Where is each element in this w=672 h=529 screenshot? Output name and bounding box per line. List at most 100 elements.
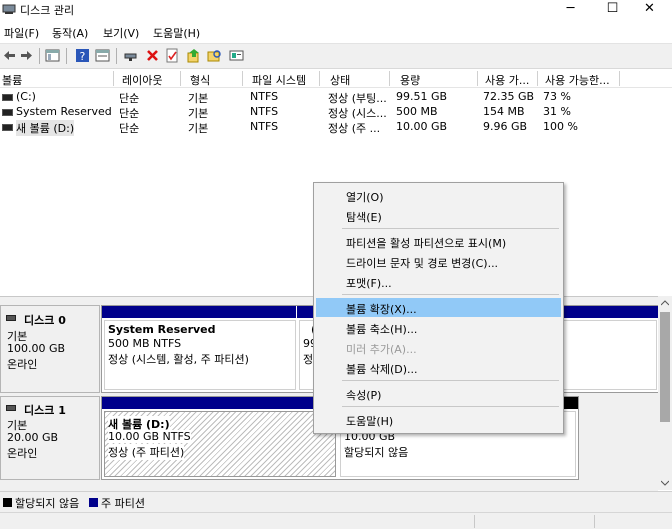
properties-view-icon[interactable] xyxy=(95,48,110,63)
table-row[interactable]: 새 볼륨 (D:) 단순 기본 NTFS 정상 (주 ... 10.00 GB … xyxy=(0,119,672,136)
volume-capacity: 99.51 GB xyxy=(396,90,448,103)
menu-delete-volume[interactable]: 볼륨 삭제(D)... xyxy=(316,358,561,377)
disk-1-label[interactable]: 디스크 1 기본 20.00 GB 온라인 xyxy=(0,396,100,480)
status-bar xyxy=(0,512,672,529)
legend-unallocated: 할당되지 않음 xyxy=(15,497,80,510)
title-bar: 디스크 관리 ─ ☐ ✕ xyxy=(0,0,672,20)
volume-type: 기본 xyxy=(188,122,209,135)
help-icon[interactable]: ? xyxy=(75,48,90,63)
window-title: 디스크 관리 xyxy=(20,4,75,17)
scrollbar-thumb[interactable] xyxy=(660,312,670,422)
volume-free: 9.96 GB xyxy=(483,120,528,133)
column-divider xyxy=(477,71,478,86)
column-free-space[interactable]: 사용 가... xyxy=(485,72,529,88)
column-divider xyxy=(619,71,620,86)
menu-add-mirror: 미러 추가(A)... xyxy=(346,343,417,356)
menu-separator xyxy=(342,294,559,295)
volume-name: (C:) xyxy=(16,90,36,103)
console-tree-icon[interactable] xyxy=(45,48,60,63)
column-percent-free[interactable]: 사용 가능한... xyxy=(545,72,610,88)
column-divider xyxy=(242,71,243,86)
disk-size: 20.00 GB xyxy=(7,431,59,444)
partition-d[interactable]: 새 볼륨 (D:) 10.00 GB NTFS 정상 (주 파티션) xyxy=(104,411,336,477)
volume-fs: NTFS xyxy=(250,105,279,118)
svg-text:?: ? xyxy=(80,50,86,63)
volume-layout: 단순 xyxy=(119,122,140,135)
delete-icon[interactable] xyxy=(145,48,160,63)
unallocated-swatch xyxy=(3,498,12,507)
menu-shrink-volume[interactable]: 볼륨 축소(H)... xyxy=(316,318,561,337)
column-capacity[interactable]: 용량 xyxy=(400,72,420,88)
primary-swatch xyxy=(89,498,98,507)
toolbar-separator xyxy=(116,48,117,64)
status-divider xyxy=(474,515,475,528)
menu-format[interactable]: 포맷(F)... xyxy=(316,272,561,291)
settings-panel-icon[interactable] xyxy=(229,48,244,63)
toolbar: ? xyxy=(0,43,672,69)
scroll-up-icon[interactable] xyxy=(661,300,669,306)
status-divider xyxy=(594,515,595,528)
menu-view[interactable]: 보기(V) xyxy=(103,25,139,41)
back-arrow-icon[interactable] xyxy=(2,48,17,63)
vertical-scrollbar[interactable] xyxy=(658,296,672,490)
volume-name: System Reserved xyxy=(16,105,112,118)
volume-fs: NTFS xyxy=(250,90,279,103)
disk-title: 디스크 1 xyxy=(24,404,66,417)
menu-separator xyxy=(342,406,559,407)
primary-partition-bar xyxy=(102,306,296,318)
menu-separator xyxy=(342,228,559,229)
menu-help-item[interactable]: 도움말(H) xyxy=(316,410,561,429)
disk-icon xyxy=(6,405,16,411)
toolbar-separator xyxy=(39,48,40,64)
table-row[interactable]: (C:) 단순 기본 NTFS 정상 (부팅... 99.51 GB 72.35… xyxy=(0,89,672,105)
menu-extend-volume[interactable]: 볼륨 확장(X)... xyxy=(316,298,561,317)
column-filesystem[interactable]: 파일 시스템 xyxy=(252,72,306,88)
menu-open[interactable]: 열기(O) xyxy=(316,186,561,205)
volume-icon xyxy=(2,94,13,101)
column-divider xyxy=(389,71,390,86)
search-folder-icon[interactable] xyxy=(207,48,222,63)
partition-status: 정상 (시스템, 활성, 주 파티션) xyxy=(108,353,249,366)
menu-help[interactable]: 도움말(H) xyxy=(153,25,200,41)
disk-icon xyxy=(6,315,16,321)
volume-name: 새 볼륨 (D:) xyxy=(16,120,75,136)
partition-system-reserved[interactable]: System Reserved 500 MB NTFS 정상 (시스템, 활성,… xyxy=(104,320,296,390)
minimize-button[interactable]: ─ xyxy=(548,0,593,20)
column-layout[interactable]: 레이아웃 xyxy=(122,72,162,88)
legend-primary: 주 파티션 xyxy=(101,497,145,510)
menu-explore[interactable]: 탐색(E) xyxy=(316,206,561,225)
volume-percent: 100 % xyxy=(543,120,578,133)
column-type[interactable]: 형식 xyxy=(190,72,210,88)
menu-change-drive-letter[interactable]: 드라이브 문자 및 경로 변경(C)... xyxy=(316,252,561,271)
menu-action[interactable]: 동작(A) xyxy=(52,25,88,41)
column-divider xyxy=(180,71,181,86)
table-row[interactable]: System Reserved 단순 기본 NTFS 정상 (시스... 500… xyxy=(0,104,672,120)
disk-title: 디스크 0 xyxy=(24,314,66,327)
disk-state: 온라인 xyxy=(7,358,38,371)
partition-status: 정상 (주 파티션) xyxy=(108,444,185,460)
volume-free: 154 MB xyxy=(483,105,525,118)
close-button[interactable]: ✕ xyxy=(627,0,672,20)
column-volume[interactable]: 볼륨 xyxy=(2,72,22,88)
volume-percent: 31 % xyxy=(543,105,571,118)
menu-properties[interactable]: 속성(P) xyxy=(316,384,561,403)
context-menu: 열기(O) 탐색(E) 파티션을 활성 파티션으로 표시(M) 드라이브 문자 … xyxy=(313,182,564,434)
volume-fs: NTFS xyxy=(250,120,279,133)
menu-file[interactable]: 파일(F) xyxy=(4,25,39,41)
volume-percent: 73 % xyxy=(543,90,571,103)
menu-mark-active[interactable]: 파티션을 활성 파티션으로 표시(M) xyxy=(316,232,561,251)
export-icon[interactable] xyxy=(186,48,201,63)
column-divider xyxy=(113,71,114,86)
disk-0-label[interactable]: 디스크 0 기본 100.00 GB 온라인 xyxy=(0,305,100,393)
menu-bar: 파일(F) 동작(A) 보기(V) 도움말(H) xyxy=(0,22,672,41)
menu-separator xyxy=(342,380,559,381)
volume-list-header: 볼륨 레이아웃 형식 파일 시스템 상태 용량 사용 가... 사용 가능한..… xyxy=(0,70,672,88)
partition-size: 500 MB NTFS xyxy=(108,337,182,350)
disk-state: 온라인 xyxy=(7,447,38,460)
volume-capacity: 500 MB xyxy=(396,105,438,118)
check-document-icon[interactable] xyxy=(165,48,180,63)
column-status[interactable]: 상태 xyxy=(330,72,350,88)
scroll-down-icon[interactable] xyxy=(661,480,669,486)
forward-arrow-icon[interactable] xyxy=(19,48,34,63)
connect-drive-icon[interactable] xyxy=(123,48,138,63)
